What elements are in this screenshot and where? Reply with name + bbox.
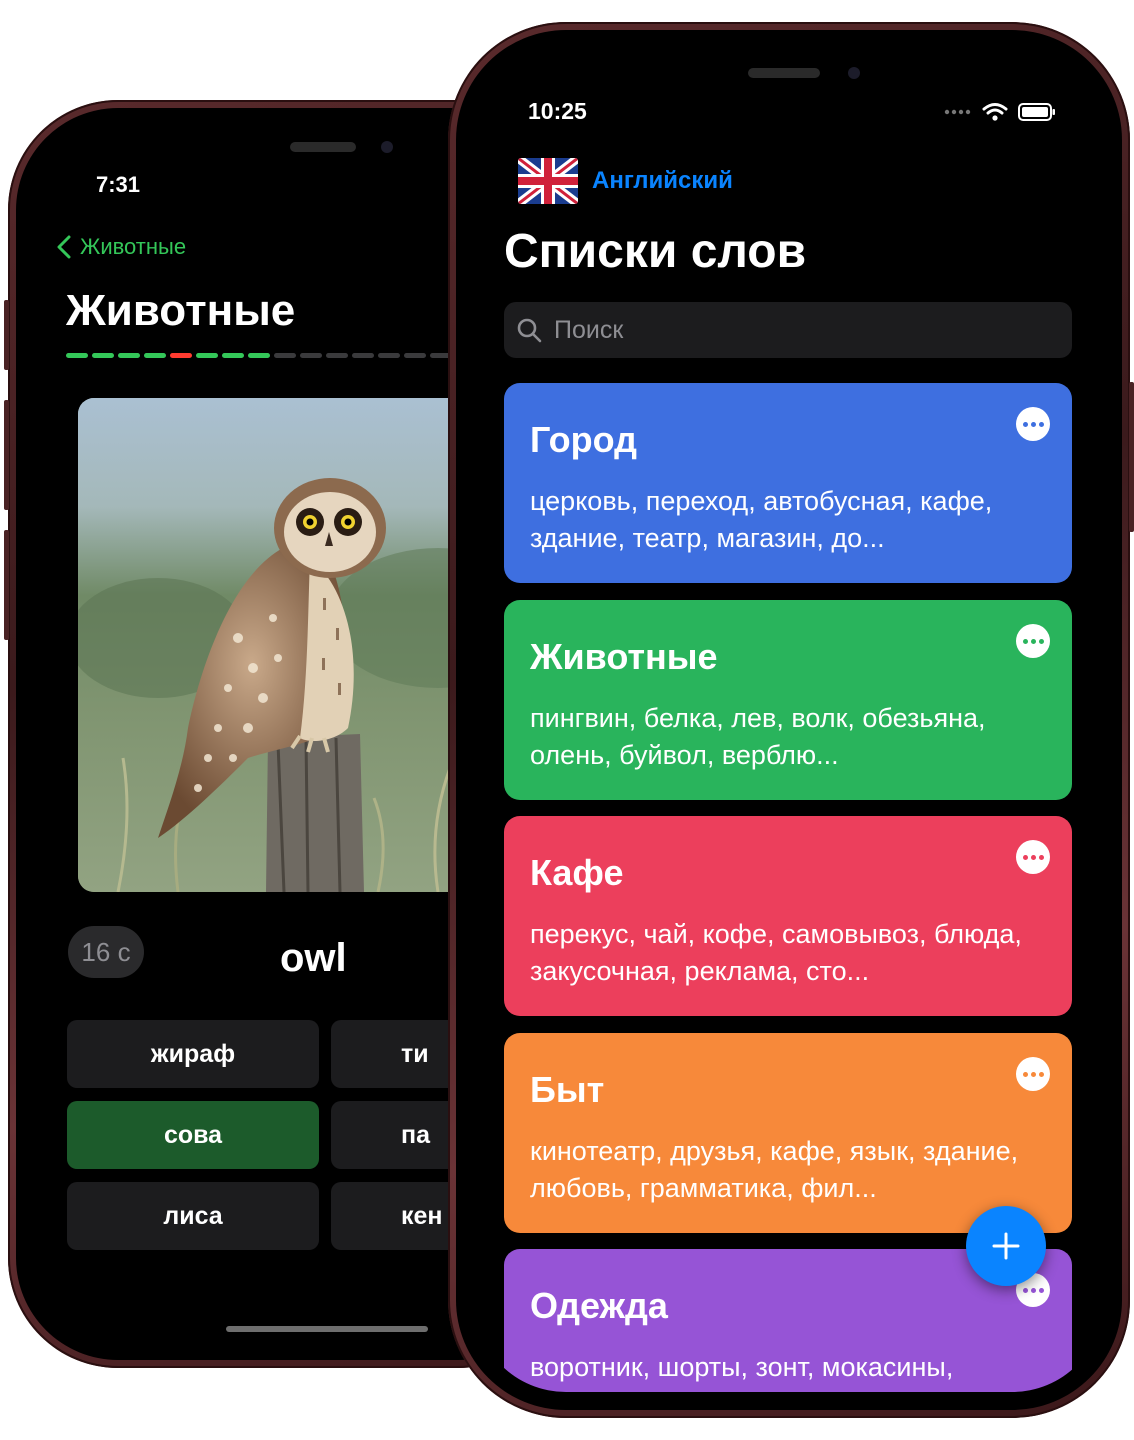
- status-icons: [944, 102, 1056, 122]
- battery-icon: [1018, 103, 1055, 121]
- search-bar[interactable]: [504, 302, 1072, 358]
- answer-option-correct[interactable]: сова: [67, 1101, 319, 1169]
- list-words: церковь, переход, автобусная, кафе, здан…: [530, 486, 993, 553]
- answer-option[interactable]: лиса: [67, 1182, 319, 1250]
- chevron-left-icon: [57, 235, 71, 259]
- back-button-label: Животные: [80, 234, 187, 259]
- list-title: Одежда: [530, 1285, 668, 1326]
- add-list-button[interactable]: [966, 1206, 1046, 1286]
- uk-flag-icon: [518, 158, 578, 204]
- list-words: перекус, чай, кофе, самовывоз, блюда, за…: [530, 919, 1022, 986]
- owl-photo: [78, 398, 498, 892]
- word-list-card[interactable]: Кафе перекус, чай, кофе, самовывоз, блюд…: [504, 816, 1072, 1016]
- more-options-icon[interactable]: [1016, 840, 1050, 874]
- power-button: [1129, 382, 1134, 532]
- progress-segment: [300, 353, 322, 358]
- language-label: Английский: [592, 167, 733, 194]
- more-options-icon[interactable]: [1016, 1057, 1050, 1091]
- front-camera: [848, 67, 860, 79]
- progress-segment: [274, 353, 296, 358]
- front-camera: [381, 141, 393, 153]
- plus-icon: [992, 1232, 1020, 1260]
- word-lists-screen: 10:25 Английский Списки слов Поиск Город…: [474, 48, 1104, 1392]
- progress-segment: [92, 353, 114, 358]
- progress-segment: [248, 353, 270, 358]
- word-list-card[interactable]: Город церковь, переход, автобусная, кафе…: [504, 383, 1072, 583]
- page-title: Животные: [66, 286, 296, 335]
- progress-segment: [404, 353, 426, 358]
- notch: [182, 124, 482, 186]
- list-words: воротник, шорты, зонт, мокасины, корсет,…: [530, 1352, 954, 1392]
- quiz-word: owl: [280, 936, 347, 980]
- speaker: [748, 68, 820, 78]
- back-button[interactable]: Животные: [56, 234, 186, 260]
- word-list-card[interactable]: Животные пингвин, белка, лев, волк, обез…: [504, 600, 1072, 800]
- progress-segment: [352, 353, 374, 358]
- progress-segment: [378, 353, 400, 358]
- search-input[interactable]: [552, 314, 1036, 346]
- list-title: Кафе: [530, 852, 624, 893]
- progress-segment: [118, 353, 140, 358]
- wifi-icon: [982, 103, 1008, 121]
- quiz-progress: [66, 353, 452, 358]
- language-selector[interactable]: Английский: [518, 158, 733, 204]
- progress-segment: [326, 353, 348, 358]
- progress-segment: [222, 353, 244, 358]
- progress-segment: [144, 353, 166, 358]
- search-icon: [517, 318, 542, 343]
- front-phone: 10:25 Английский Списки слов Поиск Город…: [448, 22, 1134, 1418]
- progress-segment: [66, 353, 88, 358]
- signal-icon: [944, 109, 971, 115]
- word-list-card[interactable]: Быт кинотеатр, друзья, кафе, язык, здани…: [504, 1033, 1072, 1233]
- status-time: 7:31: [96, 172, 141, 197]
- list-title: Быт: [530, 1069, 605, 1110]
- list-words: кинотеатр, друзья, кафе, язык, здание, л…: [530, 1136, 1019, 1203]
- volume-down-button: [4, 530, 9, 640]
- speaker: [290, 142, 356, 152]
- mute-switch: [4, 300, 9, 370]
- more-options-icon[interactable]: [1016, 407, 1050, 441]
- status-time: 10:25: [528, 98, 587, 124]
- home-indicator[interactable]: [226, 1326, 428, 1332]
- progress-segment: [170, 353, 192, 358]
- timer-badge: 16 с: [68, 926, 144, 978]
- volume-up-button: [4, 400, 9, 510]
- list-title: Животные: [530, 636, 718, 677]
- progress-segment: [196, 353, 218, 358]
- page-title: Списки слов: [504, 225, 807, 278]
- list-words: пингвин, белка, лев, волк, обезьяна, оле…: [530, 703, 986, 770]
- list-title: Город: [530, 419, 637, 460]
- more-options-icon[interactable]: [1016, 624, 1050, 658]
- notch: [620, 48, 964, 102]
- answer-option[interactable]: жираф: [67, 1020, 319, 1088]
